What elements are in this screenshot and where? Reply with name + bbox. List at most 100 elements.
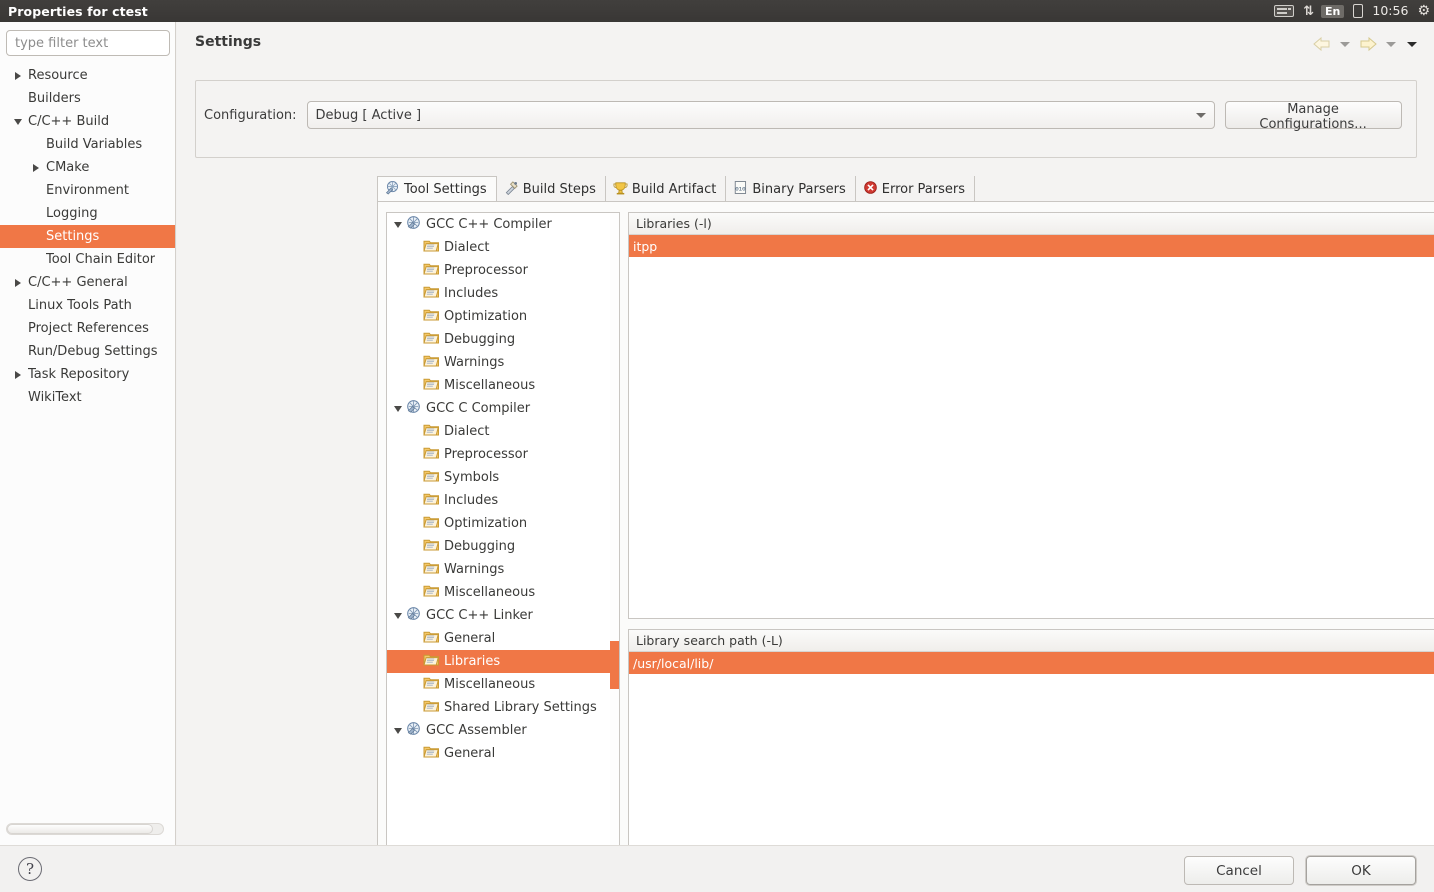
expand-arrow-icon[interactable] bbox=[15, 371, 21, 379]
expand-arrow-icon[interactable] bbox=[33, 164, 39, 172]
folder-icon bbox=[423, 468, 444, 487]
tool-tree-item-symbols[interactable]: Symbols bbox=[387, 466, 619, 489]
tool-tree-item-preprocessor[interactable]: Preprocessor bbox=[387, 443, 619, 466]
tool-tree-item-dialect[interactable]: Dialect bbox=[387, 236, 619, 259]
tool-tree-item-optimization[interactable]: Optimization bbox=[387, 305, 619, 328]
expand-arrow-icon[interactable] bbox=[15, 279, 21, 287]
cancel-button[interactable]: Cancel bbox=[1184, 856, 1294, 885]
collapse-arrow-icon[interactable] bbox=[391, 728, 405, 734]
tool-tree-item-gcc-c-compiler[interactable]: GCC C Compiler bbox=[387, 397, 619, 420]
battery-icon[interactable] bbox=[1353, 4, 1363, 18]
window-title: Properties for ctest bbox=[8, 4, 148, 19]
tool-tree-item-label: Libraries bbox=[444, 654, 500, 669]
tab-build-artifact[interactable]: Build Artifact bbox=[606, 176, 727, 202]
folder-icon bbox=[423, 514, 444, 533]
tool-tree-item-label: GCC C++ Compiler bbox=[426, 217, 552, 232]
tool-tree-item-gcc-c++-linker[interactable]: GCC C++ Linker bbox=[387, 604, 619, 627]
tab-tool-settings[interactable]: Tool Settings bbox=[377, 176, 497, 202]
sidebar-hscrollbar-thumb[interactable] bbox=[7, 824, 153, 834]
manage-configurations-button[interactable]: Manage Configurations... bbox=[1225, 101, 1402, 129]
network-updown-icon[interactable]: ⇅ bbox=[1303, 5, 1312, 18]
tool-tree-item-shared-library-settings[interactable]: Shared Library Settings bbox=[387, 696, 619, 719]
tool-tree-item-debugging[interactable]: Debugging bbox=[387, 328, 619, 351]
tab-binary-parsers[interactable]: 010Binary Parsers bbox=[726, 176, 855, 202]
tool-tree-item-dialect[interactable]: Dialect bbox=[387, 420, 619, 443]
tab-label: Build Steps bbox=[523, 182, 596, 197]
tool-icon bbox=[405, 399, 426, 418]
tool-tree-item-warnings[interactable]: Warnings bbox=[387, 558, 619, 581]
tab-error-parsers[interactable]: Error Parsers bbox=[856, 176, 975, 202]
tool-tree-item-preprocessor[interactable]: Preprocessor bbox=[387, 259, 619, 282]
library-search-path-header: Library search path (-L) bbox=[629, 630, 1434, 652]
back-arrow-icon[interactable] bbox=[1312, 36, 1332, 52]
folder-icon bbox=[423, 422, 444, 441]
sidebar-item-logging[interactable]: Logging bbox=[0, 202, 175, 225]
sidebar-hscrollbar[interactable] bbox=[6, 823, 164, 835]
expand-arrow-icon[interactable] bbox=[15, 72, 21, 80]
tab-label: Tool Settings bbox=[404, 182, 487, 197]
sidebar-item-resource[interactable]: Resource bbox=[0, 64, 175, 87]
help-icon[interactable]: ? bbox=[18, 857, 42, 881]
sidebar-item-cmake[interactable]: CMake bbox=[0, 156, 175, 179]
gear-icon[interactable]: ⚙ bbox=[1417, 4, 1430, 18]
tool-tree-item-general[interactable]: General bbox=[387, 742, 619, 765]
clock[interactable]: 10:56 bbox=[1372, 5, 1408, 18]
chevron-down-icon[interactable] bbox=[1196, 113, 1206, 118]
tab-label: Error Parsers bbox=[882, 182, 965, 197]
view-menu-chevron-down-icon[interactable] bbox=[1407, 42, 1417, 47]
search-input[interactable] bbox=[13, 35, 187, 52]
tool-tree-item-warnings[interactable]: Warnings bbox=[387, 351, 619, 374]
tool-tree-item-optimization[interactable]: Optimization bbox=[387, 512, 619, 535]
tool-tree-item-debugging[interactable]: Debugging bbox=[387, 535, 619, 558]
sidebar-item-task-repository[interactable]: Task Repository bbox=[0, 363, 175, 386]
language-indicator[interactable]: En bbox=[1321, 5, 1344, 18]
tool-tree-item-gcc-c++-compiler[interactable]: GCC C++ Compiler bbox=[387, 213, 619, 236]
tool-tree-vscrollbar[interactable] bbox=[610, 213, 619, 851]
sidebar-item-label: Resource bbox=[28, 68, 88, 83]
tool-tree-item-includes[interactable]: Includes bbox=[387, 489, 619, 512]
collapse-arrow-icon[interactable] bbox=[14, 119, 22, 125]
back-history-chevron-down-icon[interactable] bbox=[1340, 42, 1350, 47]
error-parsers-icon bbox=[863, 180, 878, 199]
sidebar-item-environment[interactable]: Environment bbox=[0, 179, 175, 202]
sidebar-item-label: Tool Chain Editor bbox=[46, 252, 155, 267]
sidebar-item-builders[interactable]: Builders bbox=[0, 87, 175, 110]
tool-tree-item-general[interactable]: General bbox=[387, 627, 619, 650]
ok-button[interactable]: OK bbox=[1306, 856, 1416, 885]
collapse-arrow-icon[interactable] bbox=[391, 222, 405, 228]
sidebar-item-project-references[interactable]: Project References bbox=[0, 317, 175, 340]
tool-tree-item-includes[interactable]: Includes bbox=[387, 282, 619, 305]
tool-settings-icon bbox=[385, 180, 400, 199]
tool-tree-item-label: Miscellaneous bbox=[444, 677, 535, 692]
sidebar-item-c-c-build[interactable]: C/C++ Build bbox=[0, 110, 175, 133]
sidebar-item-label: Build Variables bbox=[46, 137, 142, 152]
list-item[interactable]: /usr/local/lib/ bbox=[629, 652, 1434, 674]
sidebar-item-label: Run/Debug Settings bbox=[28, 344, 158, 359]
sidebar-item-run-debug-settings[interactable]: Run/Debug Settings bbox=[0, 340, 175, 363]
tool-tree-vscrollbar-thumb[interactable] bbox=[610, 641, 619, 689]
filter-box[interactable]: ✕ bbox=[6, 30, 170, 56]
tool-tree-item-libraries[interactable]: Libraries bbox=[387, 650, 619, 673]
tool-icon bbox=[405, 215, 426, 234]
tool-tree-item-miscellaneous[interactable]: Miscellaneous bbox=[387, 581, 619, 604]
properties-sidebar: ✕ Resource BuildersC/C++ Build Build Varia… bbox=[0, 22, 176, 845]
configuration-select[interactable]: Debug [ Active ] bbox=[307, 101, 1215, 129]
sidebar-item-linux-tools-path[interactable]: Linux Tools Path bbox=[0, 294, 175, 317]
forward-history-chevron-down-icon[interactable] bbox=[1386, 42, 1396, 47]
tool-tree-item-gcc-assembler[interactable]: GCC Assembler bbox=[387, 719, 619, 742]
sidebar-item-wikitext[interactable]: WikiText bbox=[0, 386, 175, 409]
list-item[interactable]: itpp bbox=[629, 235, 1434, 257]
sidebar-item-build-variables[interactable]: Build Variables bbox=[0, 133, 175, 156]
tab-build-steps[interactable]: Build Steps bbox=[497, 176, 606, 202]
tool-tree-item-miscellaneous[interactable]: Miscellaneous bbox=[387, 673, 619, 696]
collapse-arrow-icon[interactable] bbox=[391, 613, 405, 619]
keyboard-icon[interactable] bbox=[1274, 5, 1294, 17]
build-artifact-icon bbox=[613, 180, 628, 199]
collapse-arrow-icon[interactable] bbox=[391, 406, 405, 412]
sidebar-item-settings[interactable]: Settings bbox=[0, 225, 175, 248]
tool-tree-item-label: Miscellaneous bbox=[444, 585, 535, 600]
forward-arrow-icon[interactable] bbox=[1358, 36, 1378, 52]
sidebar-item-c-c-general[interactable]: C/C++ General bbox=[0, 271, 175, 294]
sidebar-item-tool-chain-editor[interactable]: Tool Chain Editor bbox=[0, 248, 175, 271]
tool-tree-item-miscellaneous[interactable]: Miscellaneous bbox=[387, 374, 619, 397]
